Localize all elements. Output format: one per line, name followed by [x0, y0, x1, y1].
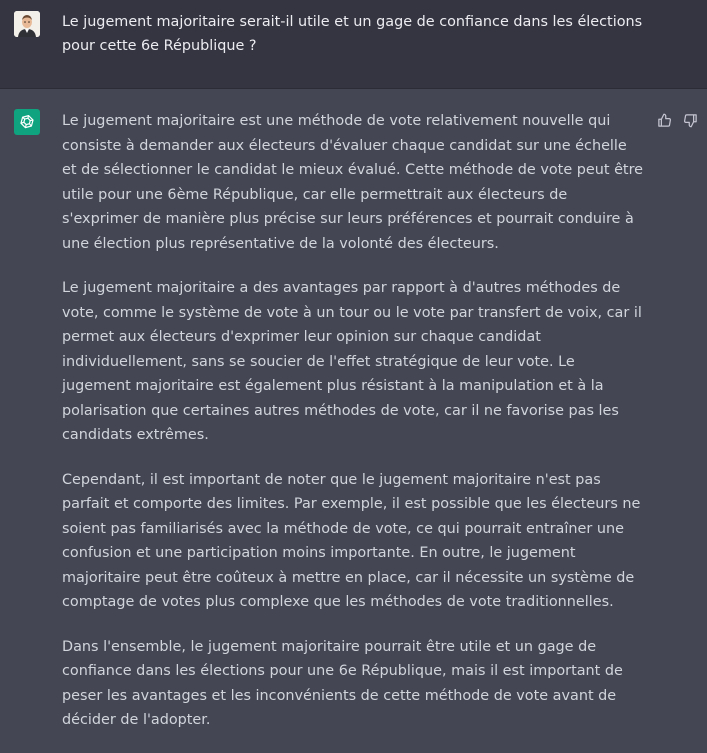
answer-paragraph: Dans l'ensemble, le jugement majoritaire…	[62, 638, 623, 729]
assistant-avatar	[14, 109, 40, 135]
thumbs-down-icon	[683, 113, 697, 127]
answer-paragraph: Le jugement majoritaire est une méthode …	[62, 113, 644, 252]
user-avatar	[14, 11, 40, 37]
assistant-message-row: Le jugement majoritaire est une méthode …	[0, 89, 707, 728]
assistant-message-text: Le jugement majoritaire est une méthode …	[62, 109, 644, 753]
thumbs-up-icon	[657, 113, 671, 127]
thumbs-up-button[interactable]	[655, 111, 673, 129]
user-message-text: Le jugement majoritaire serait-il utile …	[62, 14, 643, 54]
answer-paragraph: Cependant, il est important de noter que…	[62, 471, 641, 611]
thumbs-down-button[interactable]	[681, 111, 699, 129]
person-icon	[14, 11, 40, 37]
openai-logo-icon	[20, 115, 34, 129]
answer-paragraph: Le jugement majoritaire a des avantages …	[62, 280, 642, 443]
user-message-row: Le jugement majoritaire serait-il utile …	[0, 0, 707, 89]
